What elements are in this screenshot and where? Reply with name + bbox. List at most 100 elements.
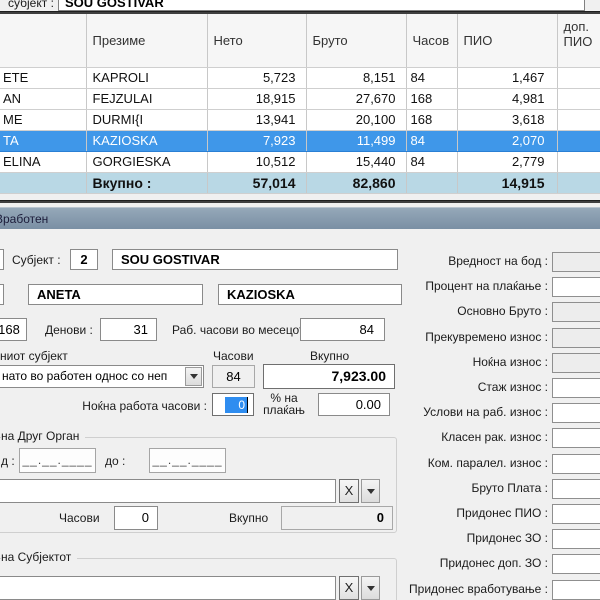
percent-pay-label: % на плаќањ <box>256 392 312 416</box>
group1-hours-field: 84 <box>212 365 255 388</box>
subject-code-field[interactable]: 2 <box>70 249 98 270</box>
field-label-pridones-vrabotuvanje: Придонес вработување : <box>409 582 548 596</box>
col-header-dop-pio[interactable]: доп. ПИО <box>557 14 600 67</box>
cell-bruto: 15,440 <box>306 151 406 172</box>
table-row[interactable]: ME DURMI{I 13,941 20,100 168 3,618 <box>0 109 600 130</box>
cell-neto: 18,915 <box>207 88 306 109</box>
cell-bruto: 20,100 <box>306 109 406 130</box>
col-header-name[interactable] <box>0 14 86 67</box>
days-field[interactable]: 31 <box>100 318 157 341</box>
other-organ-total-label: Вкупно <box>229 511 268 525</box>
top-subject-field[interactable]: SOU GOSTIVAR <box>58 0 585 11</box>
chevron-down-icon[interactable] <box>361 576 380 600</box>
total-column-label: Вкупно <box>310 349 349 363</box>
cell-pio: 4,981 <box>457 88 557 109</box>
chevron-down-icon[interactable] <box>361 479 380 503</box>
col-header-bruto[interactable]: Бруто <box>306 14 406 67</box>
table-row-selected[interactable]: TA KAZIOSKA 7,923 11,499 84 2,070 <box>0 130 600 151</box>
percent-pay-field[interactable]: 0.00 <box>318 393 390 416</box>
subject-name-field[interactable]: SOU GOSTIVAR <box>112 249 398 270</box>
field-label-staz-iznos: Стаж износ : <box>478 380 548 394</box>
cell-hours: 84 <box>406 67 457 88</box>
work-hours-month-label: Раб. часови во месецот : <box>172 323 311 337</box>
table-total-row: Вкупно : 57,014 82,860 14,915 <box>0 172 600 193</box>
col-header-neto[interactable]: Нето <box>207 14 306 67</box>
other-organ-group-title: на Друг Орган <box>1 429 85 443</box>
total-bruto: 82,860 <box>306 172 406 193</box>
date-to-input[interactable]: __.__.____ <box>149 448 226 473</box>
section-titlebar: Вработен <box>0 207 600 229</box>
first-name-field[interactable]: ANETA <box>28 284 203 305</box>
subject-group-combobox[interactable] <box>0 576 336 600</box>
cell-surname: GORGIESKA <box>86 151 207 172</box>
field-osnovno-bruto <box>552 302 600 322</box>
cell-surname: DURMI{I <box>86 109 207 130</box>
clipped-field-fragment <box>0 284 4 305</box>
work-hours-month-field[interactable]: 84 <box>300 318 385 341</box>
top-subject-label: субјект : <box>8 0 54 10</box>
work-relation-combobox[interactable]: нато во работен однос со неп <box>0 365 204 388</box>
cell-pio: 1,467 <box>457 67 557 88</box>
field-pridones-zo <box>552 529 600 549</box>
work-relation-combobox-text: нато во работен однос со неп <box>2 369 167 383</box>
date-from-label: д : <box>1 454 15 468</box>
table-row[interactable]: AN FEJZULAI 18,915 27,670 168 4,981 <box>0 88 600 109</box>
col-header-pio[interactable]: ПИО <box>457 14 557 67</box>
cell-surname: FEJZULAI <box>86 88 207 109</box>
other-organ-combobox[interactable] <box>0 479 336 503</box>
cell-name: TA <box>0 130 86 151</box>
cell-name: ELINA <box>0 151 86 172</box>
field-nokna-iznos <box>552 353 600 373</box>
table-row[interactable]: ETE KAPROLI 5,723 8,151 84 1,467 <box>0 67 600 88</box>
cell-dop-pio <box>557 88 600 109</box>
cell-surname: KAPROLI <box>86 67 207 88</box>
other-organ-hours-input[interactable]: 0 <box>114 506 158 530</box>
field-pridones-vrabotuvanje <box>552 580 600 600</box>
cell-hours: 168 <box>406 109 457 130</box>
separator-line-bottom <box>0 200 600 203</box>
date-from-input[interactable]: __.__.____ <box>19 448 96 473</box>
percent-pay-label-line2: плаќањ <box>263 403 305 417</box>
field-label-klasen-rak: Класен рак. износ : <box>441 430 548 444</box>
night-hours-input[interactable]: 0 <box>212 393 254 416</box>
field-staz-iznos[interactable] <box>552 378 600 398</box>
cell-neto: 13,941 <box>207 109 306 130</box>
total-neto: 57,014 <box>207 172 306 193</box>
total-hours-field[interactable]: 168 <box>0 318 27 341</box>
chevron-down-icon[interactable] <box>185 367 202 386</box>
field-label-pridones-zo: Придонес ЗО : <box>467 531 548 545</box>
clear-selection-button[interactable]: X <box>339 479 359 503</box>
group1-label: ниот субјект <box>0 349 68 363</box>
field-label-pridones-dop-zo: Придонес доп. ЗО : <box>440 556 548 570</box>
cell-hours: 84 <box>406 151 457 172</box>
field-uslovi-rab[interactable] <box>552 403 600 423</box>
cell-bruto: 27,670 <box>306 88 406 109</box>
field-label-osnovno-bruto: Основно Бруто : <box>457 304 548 318</box>
col-header-surname[interactable]: Презиме <box>86 14 207 67</box>
last-name-field[interactable]: KAZIOSKA <box>218 284 402 305</box>
cell-surname: KAZIOSKA <box>86 130 207 151</box>
field-pridones-pio <box>552 504 600 524</box>
cell-neto: 5,723 <box>207 67 306 88</box>
cell-pio: 3,618 <box>457 109 557 130</box>
employee-table: Презиме Нето Бруто Часов ПИО доп. ПИО ET… <box>0 14 600 194</box>
days-label: Денови : <box>45 323 93 337</box>
field-bruto-plata <box>552 479 600 499</box>
employee-grid: Презиме Нето Бруто Часов ПИО доп. ПИО ET… <box>0 14 600 194</box>
total-pio: 14,915 <box>457 172 557 193</box>
clear-selection-button[interactable]: X <box>339 576 359 600</box>
field-kom-paralel[interactable] <box>552 454 600 474</box>
cell-dop-pio <box>557 130 600 151</box>
cell-dop-pio <box>557 67 600 88</box>
subject-label: Субјект : <box>12 253 61 267</box>
subject-group: на Субјектот X <box>0 558 397 600</box>
other-organ-hours-label: Часови <box>59 511 100 525</box>
col-header-hours[interactable]: Часов <box>406 14 457 67</box>
cell-bruto: 8,151 <box>306 67 406 88</box>
table-row[interactable]: ELINA GORGIESKA 10,512 15,440 84 2,779 <box>0 151 600 172</box>
field-procent-plakanje[interactable] <box>552 277 600 297</box>
field-klasen-rak[interactable] <box>552 428 600 448</box>
group1-total-field: 7,923.00 <box>263 364 395 389</box>
field-label-uslovi-rab: Услови на раб. износ : <box>423 405 548 419</box>
cell-pio: 2,070 <box>457 130 557 151</box>
